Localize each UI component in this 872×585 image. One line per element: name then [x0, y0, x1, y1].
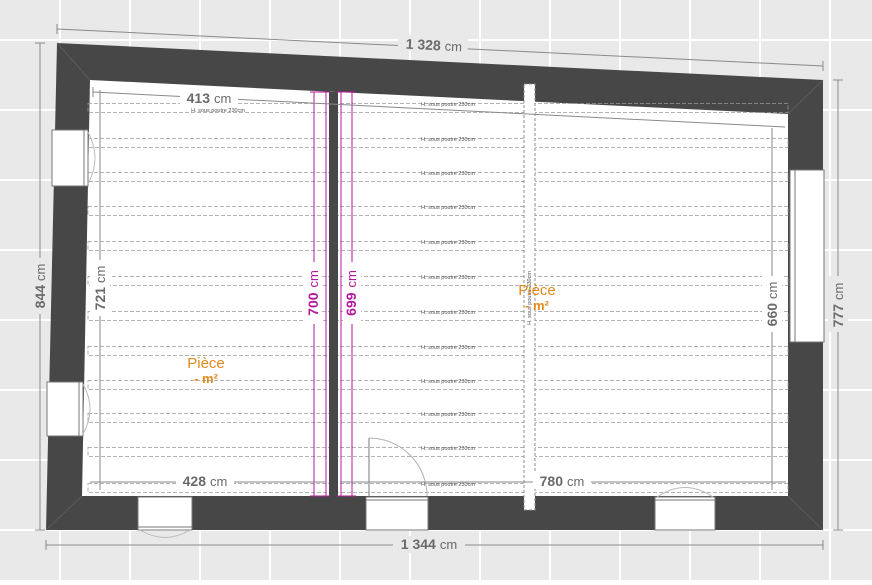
dimension-divider-left: 700 cm	[304, 262, 322, 324]
dimension-bottom: 1 344 cm	[393, 536, 465, 553]
svg-text:844cm: 844 cm	[32, 264, 48, 309]
svg-text:413cm: 413 cm	[187, 90, 232, 106]
interior-divider-wall	[329, 92, 338, 496]
dimension-left: 844 cm	[30, 258, 50, 314]
dimension-bottom-right-room: 780 cm	[533, 473, 591, 489]
svg-text:777cm: 777 cm	[830, 283, 846, 328]
dimension-inner-top-left: 413 cm	[180, 89, 238, 106]
dimension-value: 660	[764, 303, 780, 327]
svg-text:1 328cm: 1 328 cm	[405, 36, 462, 55]
beam-label: H. sous poutre 230cm	[421, 412, 475, 418]
beam-label: H. sous poutre 230cm	[421, 240, 475, 246]
room-area: - m²	[525, 298, 550, 313]
dimension-unit: cm	[93, 266, 108, 283]
dimension-value: 1 344	[401, 536, 436, 552]
dimension-divider-right: 699 cm	[343, 262, 361, 324]
dimension-unit: cm	[214, 91, 231, 106]
beam-label: H. sous poutre 230cm	[191, 108, 245, 114]
dimension-unit: cm	[567, 474, 584, 489]
svg-text:700cm: 700 cm	[305, 270, 321, 316]
dimension-inner-left: 721 cm	[90, 260, 110, 316]
dimension-value: 721	[92, 287, 108, 311]
room-name: Pièce	[518, 282, 556, 299]
svg-text:780cm: 780 cm	[540, 473, 585, 489]
dimension-value: 413	[187, 90, 211, 106]
dimension-unit: cm	[306, 270, 321, 287]
beam-label: H. sous poutre 230cm	[421, 379, 475, 385]
room-area: - m²	[194, 371, 219, 386]
beam-label: H. sous poutre 230cm	[421, 482, 475, 488]
beam-label: H. sous poutre 230cm	[421, 345, 475, 351]
svg-text:721cm: 721 cm	[92, 266, 108, 311]
beam-label: H. sous poutre 230cm	[421, 310, 475, 316]
dimension-unit: cm	[440, 537, 457, 552]
dimension-value: 1 328	[405, 36, 441, 54]
dimension-unit: cm	[765, 282, 780, 299]
dimension-unit: cm	[33, 264, 48, 281]
beam-label: H. sous poutre 230cm	[421, 102, 475, 108]
svg-text:699cm: 699 cm	[343, 270, 359, 316]
beam-label: H. sous poutre 230cm	[421, 137, 475, 143]
beam-label: H. sous poutre 230cm	[421, 171, 475, 177]
dimension-unit: cm	[344, 270, 359, 287]
dimension-inner-right: 660 cm	[762, 276, 782, 332]
svg-text:1 344cm: 1 344 cm	[401, 536, 457, 552]
dimension-value: 700	[305, 292, 321, 316]
beam-label: H. sous poutre 230cm	[421, 446, 475, 452]
floor-plan: H. sous poutre 230cm H. sous poutre 230cm…	[0, 0, 872, 580]
room-name: Pièce	[187, 355, 225, 372]
floor-plan-drawing: H. sous poutre 230cm H. sous poutre 230cm…	[0, 0, 872, 580]
dimension-top: 1 328 cm	[397, 34, 469, 55]
svg-text:428cm: 428 cm	[183, 473, 228, 489]
dimension-unit: cm	[444, 39, 462, 55]
svg-text:660cm: 660 cm	[764, 282, 780, 327]
dimension-value: 428	[183, 473, 207, 489]
dimension-right: 777 cm	[828, 276, 848, 332]
dimension-unit: cm	[210, 474, 227, 489]
window-right[interactable]	[789, 169, 825, 343]
dimension-value: 777	[830, 304, 846, 328]
beam-label: H. sous poutre 230cm	[421, 275, 475, 281]
dimension-value: 844	[32, 285, 48, 309]
beam-label: H. sous poutre 230cm	[421, 205, 475, 211]
window-bottom-middle[interactable]	[365, 496, 429, 531]
dimension-value: 780	[540, 473, 564, 489]
dimension-value: 699	[343, 292, 359, 316]
dimension-unit: cm	[831, 283, 846, 300]
dimension-bottom-left-room: 428 cm	[176, 473, 234, 489]
